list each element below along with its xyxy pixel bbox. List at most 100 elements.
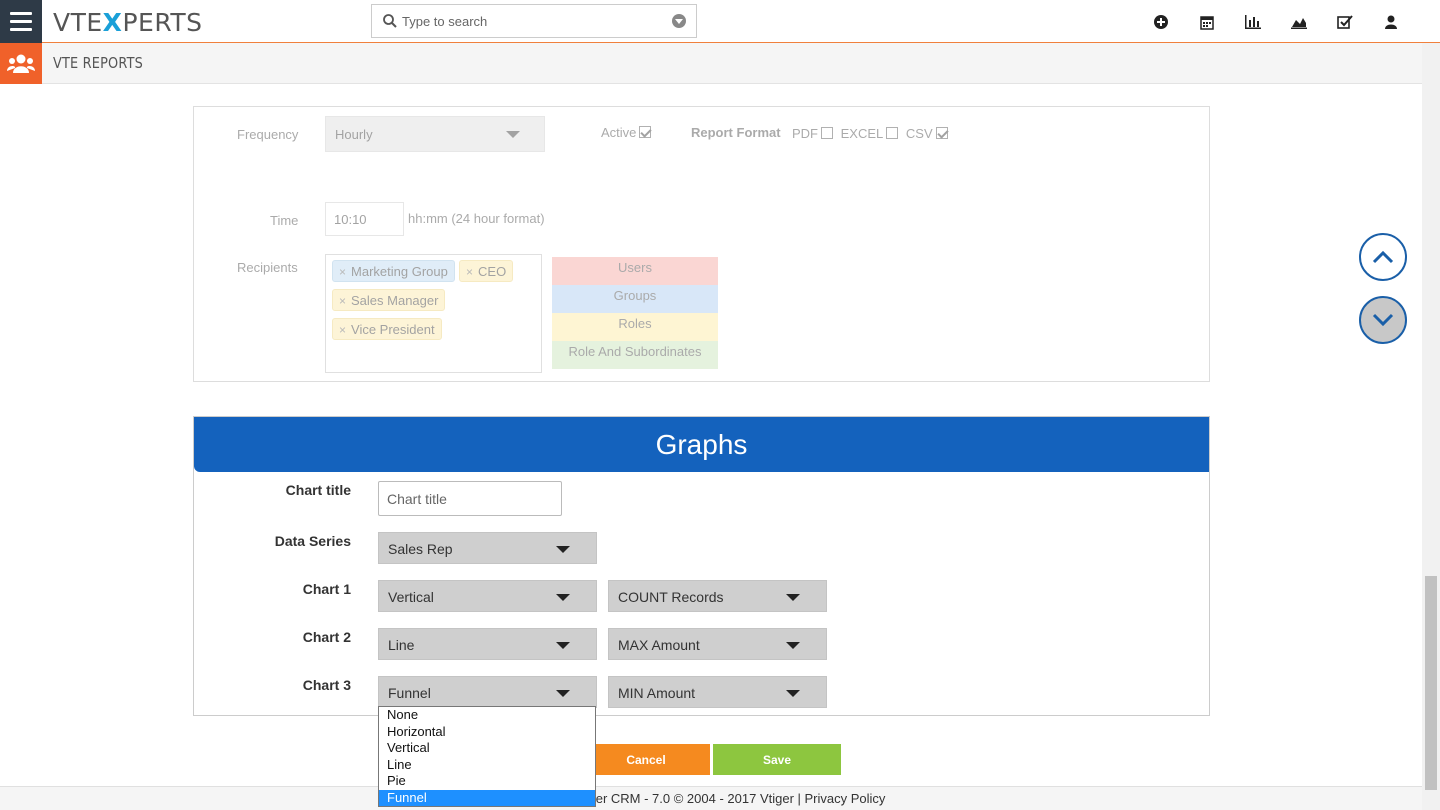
recipient-name: Marketing Group	[351, 264, 448, 279]
menu-icon[interactable]	[0, 0, 42, 43]
recipient-name: Sales Manager	[351, 293, 439, 308]
recipient-tag[interactable]: × Marketing Group	[332, 260, 455, 282]
chart-1-label: Chart 1	[302, 581, 351, 597]
search-dropdown-icon[interactable]	[672, 14, 686, 28]
format-pdf-label: PDF	[792, 126, 818, 141]
data-series-value: Sales Rep	[388, 541, 453, 557]
scroll-down-button[interactable]	[1359, 296, 1407, 344]
chart-2-measure: MAX Amount	[618, 637, 700, 653]
chart-1-type-select[interactable]: Vertical	[378, 580, 597, 612]
chart-2-type-select[interactable]: Line	[378, 628, 597, 660]
user-icon[interactable]	[1368, 12, 1414, 32]
chevron-down-icon	[556, 642, 570, 649]
chart-1-measure: COUNT Records	[618, 589, 724, 605]
chevron-down-icon	[786, 594, 800, 601]
chart-2-measure-select[interactable]: MAX Amount	[608, 628, 827, 660]
cancel-button[interactable]: Cancel	[582, 744, 710, 775]
active-checkbox[interactable]	[639, 126, 652, 138]
format-csv-label: CSV	[905, 126, 933, 141]
chevron-down-icon	[556, 546, 570, 553]
remove-icon[interactable]: ×	[339, 265, 346, 279]
search-input[interactable]: Type to search	[402, 14, 487, 29]
checkbox-icon[interactable]	[1322, 12, 1368, 32]
legend-role-subordinates[interactable]: Role And Subordinates	[552, 341, 718, 369]
chevron-up-icon	[1372, 250, 1394, 264]
recipient-tag[interactable]: × Sales Manager	[332, 289, 446, 311]
data-series-select[interactable]: Sales Rep	[378, 532, 597, 564]
footer: tiger CRM - 7.0 © 2004 - 2017 Vtiger | P…	[0, 786, 1422, 810]
area-chart-icon[interactable]	[1276, 12, 1322, 32]
dropdown-option[interactable]: Pie	[379, 773, 595, 790]
chart-3-type-select[interactable]: Funnel	[378, 676, 597, 708]
recipient-tag[interactable]: × CEO	[459, 260, 514, 282]
bar-chart-icon[interactable]	[1230, 12, 1276, 32]
module-bar: VTE REPORTS	[0, 43, 1422, 84]
dropdown-option[interactable]: Horizontal	[379, 724, 595, 741]
logo[interactable]: VTEXPERTS	[53, 8, 203, 37]
chart-2-label: Chart 2	[302, 629, 351, 645]
recipient-name: Vice President	[351, 322, 435, 337]
data-series-label: Data Series	[274, 533, 351, 549]
frequency-value: Hourly	[335, 127, 373, 142]
chevron-down-icon	[1372, 313, 1394, 327]
chevron-down-icon	[786, 642, 800, 649]
chevron-down-icon	[506, 131, 520, 138]
dropdown-option-selected[interactable]: Funnel	[379, 789, 595, 806]
active-option[interactable]: Active	[601, 125, 655, 140]
plus-circle-icon[interactable]	[1138, 12, 1184, 32]
legend-groups[interactable]: Groups	[552, 285, 718, 313]
active-label: Active	[601, 125, 637, 140]
format-pdf-checkbox[interactable]	[821, 127, 833, 139]
graphs-heading: Graphs	[655, 429, 748, 460]
users-group-icon[interactable]	[0, 43, 42, 84]
report-format-options: PDF EXCEL CSV	[792, 126, 952, 141]
chevron-down-icon	[556, 690, 570, 697]
remove-icon[interactable]: ×	[339, 294, 346, 308]
search-icon	[383, 14, 397, 28]
dropdown-option[interactable]: Line	[379, 757, 595, 774]
chevron-down-icon	[786, 690, 800, 697]
legend-users[interactable]: Users	[552, 257, 718, 285]
footer-text: tiger CRM - 7.0 © 2004 - 2017 Vtiger | P…	[582, 791, 886, 806]
format-excel-label: EXCEL	[840, 126, 884, 141]
format-csv-checkbox[interactable]	[935, 127, 948, 139]
chart-title-input[interactable]	[379, 482, 561, 515]
recipient-tag[interactable]: × Vice President	[332, 318, 442, 340]
chevron-down-icon	[556, 594, 570, 601]
chart-2-type: Line	[388, 637, 415, 653]
graphs-panel: Graphs Chart title Data Series Sales Rep…	[193, 416, 1210, 716]
chart-1-measure-select[interactable]: COUNT Records	[608, 580, 827, 612]
legend-roles[interactable]: Roles	[552, 313, 718, 341]
remove-icon[interactable]: ×	[339, 323, 346, 337]
time-label: Time	[270, 213, 299, 228]
graphs-header: Graphs	[194, 417, 1209, 472]
frequency-select[interactable]: Hourly	[325, 116, 545, 152]
chart-3-label: Chart 3	[302, 677, 351, 693]
chart-type-dropdown-list[interactable]: None Horizontal Vertical Line Pie Funnel	[378, 706, 596, 807]
module-title[interactable]: VTE REPORTS	[53, 54, 143, 72]
chart-3-measure: MIN Amount	[618, 685, 696, 701]
format-excel-checkbox[interactable]	[886, 127, 899, 139]
chart-1-type: Vertical	[388, 589, 434, 605]
search-box[interactable]: Type to search	[371, 4, 697, 38]
dropdown-option[interactable]: None	[379, 707, 595, 724]
scrollbar-thumb[interactable]	[1425, 576, 1437, 790]
remove-icon[interactable]: ×	[466, 265, 473, 279]
recipients-box[interactable]: × Marketing Group × CEO × Sales Manager × Vi…	[325, 254, 542, 373]
recipient-name: CEO	[478, 264, 507, 279]
recipients-label: Recipients	[237, 260, 298, 275]
chart-title-label: Chart title	[285, 482, 351, 498]
save-button[interactable]: Save	[713, 744, 841, 775]
report-format-label: Report Format	[691, 125, 781, 140]
time-value: 10:10	[334, 212, 367, 227]
dropdown-option[interactable]: Vertical	[379, 740, 595, 757]
top-bar: VTEXPERTS Type to search	[0, 0, 1440, 43]
calendar-icon[interactable]	[1184, 12, 1230, 32]
chart-3-measure-select[interactable]: MIN Amount	[608, 676, 827, 708]
chart-title-field[interactable]	[378, 481, 562, 516]
time-hint: hh:mm (24 hour format)	[408, 211, 545, 226]
time-input[interactable]: 10:10	[325, 202, 404, 236]
frequency-label: Frequency	[237, 127, 299, 142]
schedule-panel: Frequency Hourly Active Report Format PD…	[193, 106, 1210, 382]
scroll-up-button[interactable]	[1359, 233, 1407, 281]
